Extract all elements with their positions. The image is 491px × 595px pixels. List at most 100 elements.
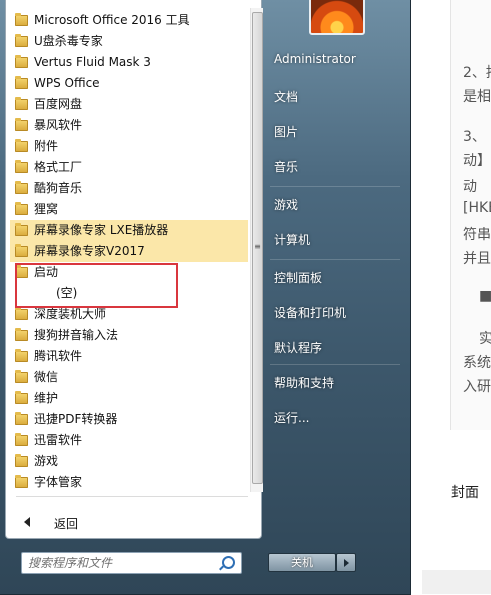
folder-icon [15, 391, 28, 404]
search-icon[interactable] [222, 556, 235, 569]
program-list-scrollbar[interactable]: ≡ [250, 8, 263, 492]
doc-line: 系统 [463, 355, 491, 371]
folder-icon [15, 370, 28, 383]
doc-line: 实 [479, 331, 491, 347]
program-folder-item[interactable]: 迅捷PDF转换器 [10, 409, 248, 430]
folder-icon [15, 349, 28, 362]
program-folder-item[interactable]: 腾讯软件 [10, 346, 248, 367]
right-menu-item[interactable]: 图片 [274, 123, 298, 140]
doc-cover-label: 封面 [451, 485, 479, 501]
program-label: Vertus Fluid Mask 3 [34, 55, 151, 69]
doc-line: 并且 [463, 251, 491, 267]
doc-line: 符串 [463, 227, 491, 243]
right-menu-item[interactable]: 帮助和支持 [274, 374, 334, 391]
right-pane-separator [270, 259, 400, 260]
right-menu-item[interactable]: Administrator [274, 52, 356, 66]
program-folder-item[interactable]: 搜狗拼音输入法 [10, 325, 248, 346]
folder-icon [15, 76, 28, 89]
folder-icon [15, 118, 28, 131]
program-folder-item[interactable]: 百度网盘 [10, 94, 248, 115]
right-menu-item[interactable]: 控制面板 [274, 269, 322, 286]
folder-icon [15, 433, 28, 446]
right-menu-item[interactable]: 默认程序 [274, 339, 322, 356]
program-label: 迅雷软件 [34, 433, 83, 447]
folder-icon [15, 34, 28, 47]
program-folder-item[interactable]: 附件 [10, 136, 248, 157]
program-folder-item[interactable]: 游戏 [10, 451, 248, 472]
program-label: 暴风软件 [34, 118, 83, 132]
program-folder-item[interactable]: 屏幕录像专家V2017 [10, 241, 248, 262]
program-label: 腾讯软件 [34, 349, 83, 363]
back-arrow-icon [24, 517, 30, 527]
program-label: 字体管家 [34, 475, 83, 489]
folder-icon [15, 139, 28, 152]
program-folder-item[interactable]: WPS Office [10, 73, 248, 94]
right-menu-item[interactable]: 设备和打印机 [274, 304, 346, 321]
back-label: 返回 [54, 517, 79, 531]
folder-icon [15, 160, 28, 173]
right-pane-separator [270, 364, 400, 365]
program-folder-item[interactable]: 维护 [10, 388, 248, 409]
right-menu-item[interactable]: 文档 [274, 88, 298, 105]
doc-line: 3、 [463, 129, 486, 145]
folder-icon [15, 307, 28, 320]
right-pane-separator [270, 186, 400, 187]
back-button[interactable]: 返回 [16, 512, 166, 534]
program-folder-item[interactable]: 狸窝 [10, 199, 248, 220]
folder-icon [15, 97, 28, 110]
program-folder-item[interactable]: Microsoft Office 2016 工具 [10, 10, 248, 31]
program-folder-item[interactable]: 格式工厂 [10, 157, 248, 178]
program-label: 游戏 [34, 454, 59, 468]
program-label: 维护 [34, 391, 59, 405]
folder-icon [15, 55, 28, 68]
program-folder-item[interactable]: 微信 [10, 367, 248, 388]
folder-icon [15, 412, 28, 425]
program-label: 狸窝 [34, 202, 59, 216]
all-programs-pane: Microsoft Office 2016 工具 U盘杀毒专家 Vertus Flu… [5, 0, 263, 539]
program-label: WPS Office [34, 76, 100, 90]
folder-icon [15, 328, 28, 341]
right-menu-item[interactable]: 游戏 [274, 196, 298, 213]
chevron-right-icon [344, 559, 349, 567]
program-label: 迅捷PDF转换器 [34, 412, 118, 426]
program-label: 微信 [34, 370, 59, 384]
program-label: 百度网盘 [34, 97, 83, 111]
doc-line: 动 [463, 179, 477, 195]
program-folder-item[interactable]: 迅雷软件 [10, 430, 248, 451]
program-folder-item[interactable]: 酷狗音乐 [10, 178, 248, 199]
doc-line: 是相 [463, 89, 491, 105]
folder-icon [15, 181, 28, 194]
program-folder-item[interactable]: 字体管家 [10, 472, 248, 493]
program-label: 附件 [34, 139, 59, 153]
program-label: 格式工厂 [34, 160, 83, 174]
folder-icon [15, 244, 28, 257]
doc-line: [HKE [463, 200, 491, 216]
program-folder-item[interactable]: Vertus Fluid Mask 3 [10, 52, 248, 73]
doc-line: 2、按 [463, 65, 491, 81]
program-label: 搜狗拼音输入法 [34, 328, 119, 342]
search-input[interactable] [28, 555, 213, 571]
start-menu: Microsoft Office 2016 工具 U盘杀毒专家 Vertus Flu… [0, 0, 411, 595]
folder-icon [15, 454, 28, 467]
right-menu-item[interactable]: 计算机 [274, 231, 310, 248]
folder-icon [15, 202, 28, 215]
doc-line: 动】 [463, 153, 491, 169]
user-picture[interactable] [309, 0, 365, 35]
scrollbar-thumb[interactable]: ≡ [252, 12, 263, 484]
program-label: 屏幕录像专家 LXE播放器 [34, 223, 169, 237]
annotation-highlight-box [15, 263, 178, 308]
folder-icon [15, 475, 28, 488]
menu-divider [16, 496, 248, 497]
doc-line: 入研 [463, 379, 491, 395]
program-folder-item[interactable]: U盘杀毒专家 [10, 31, 248, 52]
program-label: 酷狗音乐 [34, 181, 83, 195]
right-menu-item[interactable]: 音乐 [274, 158, 298, 175]
shutdown-button[interactable]: 关机 [268, 553, 336, 572]
search-box[interactable] [21, 552, 242, 574]
program-list: Microsoft Office 2016 工具 U盘杀毒专家 Vertus Flu… [10, 10, 248, 493]
program-folder-item[interactable]: 屏幕录像专家 LXE播放器 [10, 220, 248, 241]
scrollbar-grip-icon: ≡ [254, 242, 261, 251]
right-menu-item[interactable]: 运行... [274, 409, 309, 426]
program-folder-item[interactable]: 暴风软件 [10, 115, 248, 136]
shutdown-options-button[interactable] [336, 553, 356, 572]
